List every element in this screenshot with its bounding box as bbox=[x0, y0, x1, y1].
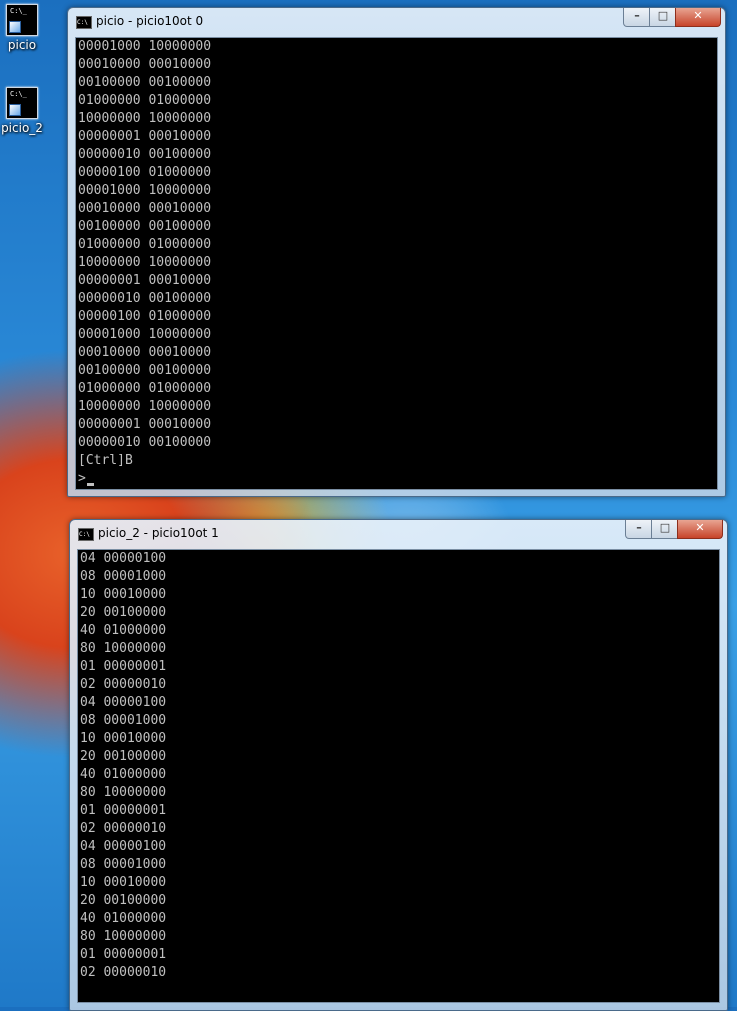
console-line: 20 00100000 bbox=[80, 605, 167, 620]
console-line: 80 10000000 bbox=[80, 785, 167, 800]
console-line: 00010000 00010000 bbox=[78, 201, 212, 216]
console-output[interactable]: 04 00000100 08 00001000 10 00010000 20 0010… bbox=[77, 549, 720, 1003]
desktop-icon-picio-2[interactable]: C:\_ picio_2 bbox=[0, 87, 52, 135]
maximize-button[interactable]: □ bbox=[651, 520, 679, 539]
console-line: 00000100 01000000 bbox=[78, 165, 212, 180]
console-line: 00001000 10000000 bbox=[78, 39, 212, 54]
console-icon: C:\ bbox=[76, 16, 92, 29]
console-line: 20 00100000 bbox=[80, 749, 167, 764]
text-cursor bbox=[86, 483, 94, 486]
console-line: 10000000 10000000 bbox=[78, 255, 212, 270]
console-line: 00000100 01000000 bbox=[78, 309, 212, 324]
console-line: 00100000 00100000 bbox=[78, 219, 212, 234]
desktop-icon-label: picio bbox=[7, 38, 37, 52]
console-line: 80 10000000 bbox=[80, 929, 167, 944]
close-button[interactable]: ✕ bbox=[677, 520, 723, 539]
console-line: 00000001 00010000 bbox=[78, 273, 212, 288]
console-prompt[interactable]: > bbox=[78, 470, 715, 488]
console-line: 10 00010000 bbox=[80, 587, 167, 602]
console-icon: C:\ bbox=[78, 528, 94, 541]
console-output[interactable]: 00001000 10000000 00010000 00010000 001000… bbox=[75, 37, 718, 490]
console-app-icon: C:\_ bbox=[6, 87, 38, 119]
desktop-icon-picio[interactable]: C:\_ picio bbox=[0, 4, 52, 52]
console-line: 08 00001000 bbox=[80, 569, 167, 584]
console-line: 40 01000000 bbox=[80, 911, 167, 926]
title-bar[interactable]: C:\ picio_2 - picio10ot 1 – □ ✕ bbox=[70, 520, 727, 546]
console-line: 00000001 00010000 bbox=[78, 417, 212, 432]
window-title: picio - picio10ot 0 bbox=[96, 14, 204, 28]
console-line: 00010000 00010000 bbox=[78, 345, 212, 360]
console-line: 02 00000010 bbox=[80, 677, 167, 692]
console-line: 10 00010000 bbox=[80, 875, 167, 890]
window-title: picio_2 - picio10ot 1 bbox=[98, 526, 219, 540]
console-line: 40 01000000 bbox=[80, 767, 167, 782]
console-line: 04 00000100 bbox=[80, 839, 167, 854]
desktop-icon-label: picio_2 bbox=[1, 121, 43, 135]
console-line: 20 00100000 bbox=[80, 893, 167, 908]
console-line: 08 00001000 bbox=[80, 713, 167, 728]
console-window-picio-2: C:\ picio_2 - picio10ot 1 – □ ✕ 04 00000… bbox=[69, 519, 728, 1011]
console-line: 10000000 10000000 bbox=[78, 111, 212, 126]
minimize-button[interactable]: – bbox=[623, 8, 651, 27]
maximize-button[interactable]: □ bbox=[649, 8, 677, 27]
prompt-symbol: > bbox=[78, 471, 86, 486]
console-line: 01000000 01000000 bbox=[78, 93, 212, 108]
close-button[interactable]: ✕ bbox=[675, 8, 721, 27]
console-line: 02 00000010 bbox=[80, 965, 167, 980]
console-line: 08 00001000 bbox=[80, 857, 167, 872]
console-line: 01000000 01000000 bbox=[78, 237, 212, 252]
console-line: 10 00010000 bbox=[80, 731, 167, 746]
console-line: 01 00000001 bbox=[80, 803, 167, 818]
console-line: 00001000 10000000 bbox=[78, 327, 212, 342]
console-line: [Ctrl]B bbox=[78, 453, 133, 468]
console-line: 10000000 10000000 bbox=[78, 399, 212, 414]
console-line: 01 00000001 bbox=[80, 659, 167, 674]
console-line: 00100000 00100000 bbox=[78, 363, 212, 378]
console-line: 00001000 10000000 bbox=[78, 183, 212, 198]
title-bar[interactable]: C:\ picio - picio10ot 0 – □ ✕ bbox=[68, 8, 725, 34]
console-line: 80 10000000 bbox=[80, 641, 167, 656]
console-line: 02 00000010 bbox=[80, 821, 167, 836]
console-line: 04 00000100 bbox=[80, 695, 167, 710]
console-app-icon: C:\_ bbox=[6, 4, 38, 36]
console-line: 00000010 00100000 bbox=[78, 147, 212, 162]
console-line: 00000001 00010000 bbox=[78, 129, 212, 144]
console-line: 00010000 00010000 bbox=[78, 57, 212, 72]
console-window-picio: C:\ picio - picio10ot 0 – □ ✕ 00001000 1… bbox=[67, 7, 726, 497]
console-line: 00100000 00100000 bbox=[78, 75, 212, 90]
console-line: 01 00000001 bbox=[80, 947, 167, 962]
console-line: 04 00000100 bbox=[80, 551, 167, 566]
console-line: 00000010 00100000 bbox=[78, 291, 212, 306]
minimize-button[interactable]: – bbox=[625, 520, 653, 539]
console-line: 00000010 00100000 bbox=[78, 435, 212, 450]
console-line: 40 01000000 bbox=[80, 623, 167, 638]
console-line: 01000000 01000000 bbox=[78, 381, 212, 396]
